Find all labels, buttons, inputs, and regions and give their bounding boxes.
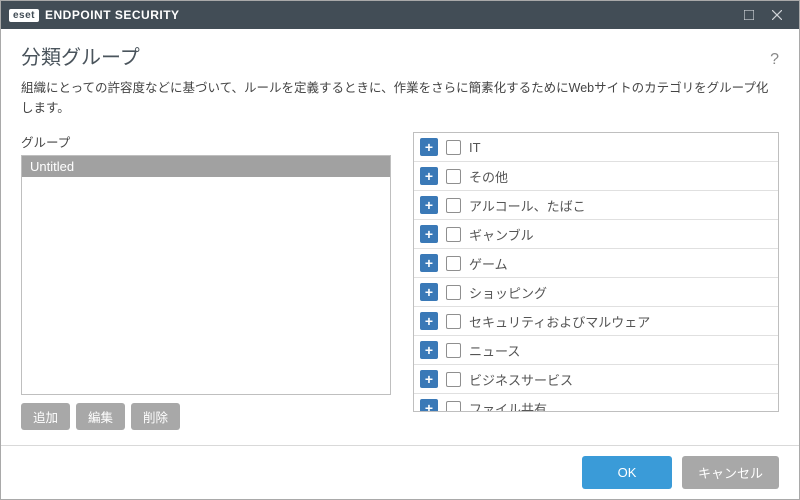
help-icon[interactable]: ? <box>770 51 779 69</box>
groups-buttons: 追加 編集 削除 <box>21 403 391 430</box>
category-row: + ニュース <box>414 336 778 365</box>
category-label: ビジネスサービス <box>469 370 573 389</box>
brand-badge: eset <box>9 9 39 22</box>
page-title: 分類グループ <box>21 41 770 70</box>
category-checkbox[interactable] <box>446 256 461 271</box>
category-label: その他 <box>469 167 508 186</box>
content-area: グループ Untitled 追加 編集 削除 + IT + その他 + アルコール、たばこ… <box>1 128 799 445</box>
category-checkbox[interactable] <box>446 372 461 387</box>
categories-scroll[interactable]: + IT + その他 + アルコール、たばこ + ギャンブル + ゲーム + ショッピング + セキュリテ… <box>414 133 778 411</box>
category-row: + その他 <box>414 162 778 191</box>
category-label: アルコール、たばこ <box>469 196 586 215</box>
category-label: ショッピング <box>469 283 547 302</box>
category-label: セキュリティおよびマルウェア <box>469 312 650 331</box>
list-item[interactable]: Untitled <box>22 156 390 177</box>
delete-button[interactable]: 削除 <box>131 403 180 430</box>
category-row: + ファイル共有 <box>414 394 778 411</box>
groups-panel: グループ Untitled 追加 編集 削除 <box>21 132 391 445</box>
expand-icon[interactable]: + <box>420 399 438 411</box>
category-checkbox[interactable] <box>446 401 461 412</box>
product-name: ENDPOINT SECURITY <box>45 8 180 22</box>
edit-button[interactable]: 編集 <box>76 403 125 430</box>
category-checkbox[interactable] <box>446 198 461 213</box>
expand-icon[interactable]: + <box>420 225 438 243</box>
close-icon[interactable] <box>763 1 791 29</box>
category-row: + ギャンブル <box>414 220 778 249</box>
categories-panel: + IT + その他 + アルコール、たばこ + ギャンブル + ゲーム + ショッピング + セキュリテ… <box>413 132 779 412</box>
add-button[interactable]: 追加 <box>21 403 70 430</box>
expand-icon[interactable]: + <box>420 138 438 156</box>
expand-icon[interactable]: + <box>420 370 438 388</box>
category-checkbox[interactable] <box>446 343 461 358</box>
category-checkbox[interactable] <box>446 227 461 242</box>
category-label: ゲーム <box>469 254 508 273</box>
expand-icon[interactable]: + <box>420 312 438 330</box>
dialog-window: eset ENDPOINT SECURITY 分類グループ ? 組織にとっての許… <box>0 0 800 500</box>
expand-icon[interactable]: + <box>420 196 438 214</box>
expand-icon[interactable]: + <box>420 254 438 272</box>
ok-button[interactable]: OK <box>582 456 672 489</box>
expand-icon[interactable]: + <box>420 167 438 185</box>
expand-icon[interactable]: + <box>420 341 438 359</box>
dialog-description: 組織にとっての許容度などに基づいて、ルールを定義するときに、作業をさらに簡素化す… <box>1 76 799 128</box>
category-row: + ゲーム <box>414 249 778 278</box>
category-row: + IT <box>414 133 778 162</box>
groups-listbox[interactable]: Untitled <box>21 155 391 395</box>
category-checkbox[interactable] <box>446 314 461 329</box>
minimize-icon[interactable] <box>735 1 763 29</box>
category-row: + ショッピング <box>414 278 778 307</box>
groups-label: グループ <box>21 132 391 151</box>
category-label: ファイル共有 <box>469 399 547 412</box>
category-row: + ビジネスサービス <box>414 365 778 394</box>
category-label: ニュース <box>469 341 520 360</box>
expand-icon[interactable]: + <box>420 283 438 301</box>
category-label: IT <box>469 140 481 155</box>
title-bar: eset ENDPOINT SECURITY <box>1 1 799 29</box>
category-checkbox[interactable] <box>446 285 461 300</box>
cancel-button[interactable]: キャンセル <box>682 456 779 489</box>
dialog-footer: OK キャンセル <box>1 445 799 499</box>
category-row: + アルコール、たばこ <box>414 191 778 220</box>
dialog-header: 分類グループ ? <box>1 29 799 76</box>
category-checkbox[interactable] <box>446 140 461 155</box>
category-checkbox[interactable] <box>446 169 461 184</box>
category-row: + セキュリティおよびマルウェア <box>414 307 778 336</box>
category-label: ギャンブル <box>469 225 534 244</box>
